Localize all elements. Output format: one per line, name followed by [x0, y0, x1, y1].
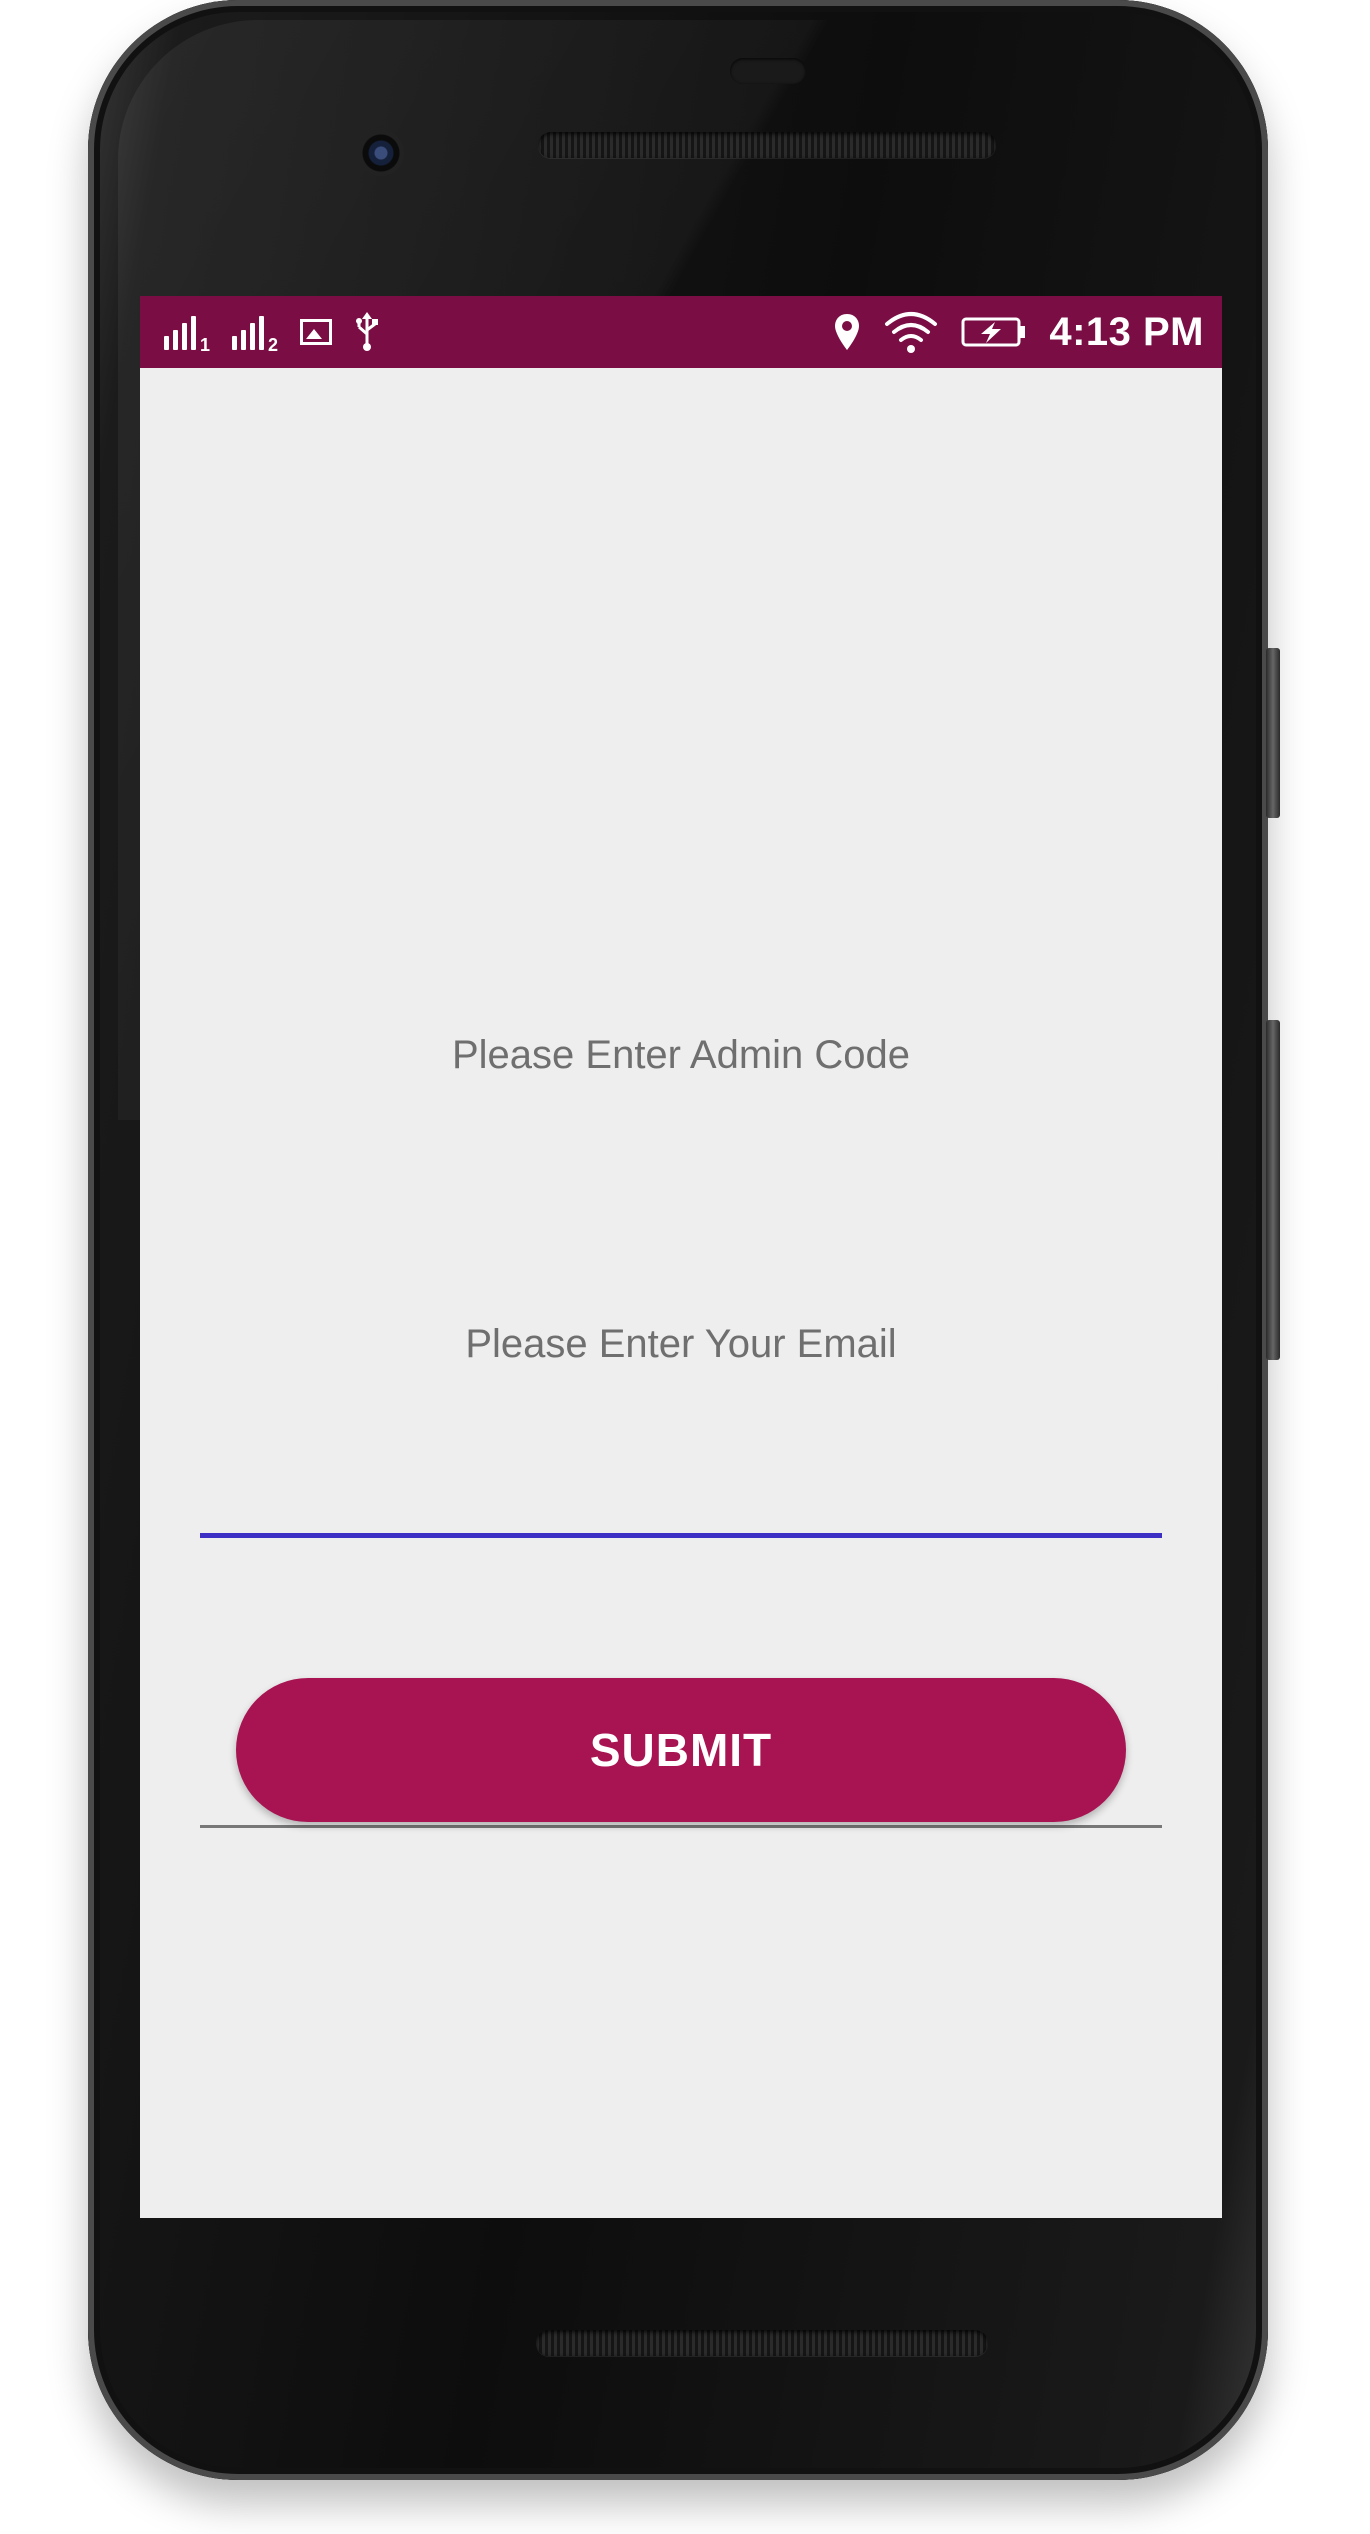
signal-sim1-icon: 1: [164, 314, 210, 355]
sim2-label: 2: [268, 335, 279, 355]
email-label: Please Enter Your Email: [465, 1322, 897, 1366]
volume-button: [1266, 1020, 1280, 1360]
proximity-sensor: [730, 58, 806, 84]
admin-code-label: Please Enter Admin Code: [451, 1033, 911, 1077]
power-button: [1266, 648, 1280, 818]
submit-button[interactable]: SUBMIT: [236, 1678, 1126, 1822]
status-left: 1 2: [164, 312, 380, 355]
status-right: 4:13 PM: [833, 310, 1204, 355]
location-icon: [833, 312, 861, 352]
sim1-label: 1: [200, 335, 211, 355]
app-screen: 1 2 4:13 PM Please Enter Admin Code Plea…: [140, 296, 1222, 2218]
image-notification-icon: [300, 319, 333, 345]
admin-code-input[interactable]: [200, 1468, 1162, 1538]
bottom-speaker: [536, 2330, 988, 2356]
battery-charging-icon: [961, 315, 1027, 349]
earpiece-speaker: [538, 132, 996, 158]
wifi-icon: [883, 310, 939, 354]
signal-sim2-icon: 2: [232, 314, 278, 355]
front-camera: [358, 130, 404, 176]
status-bar: 1 2 4:13 PM: [140, 296, 1222, 368]
usb-icon: [354, 312, 380, 352]
status-time: 4:13 PM: [1049, 309, 1204, 354]
